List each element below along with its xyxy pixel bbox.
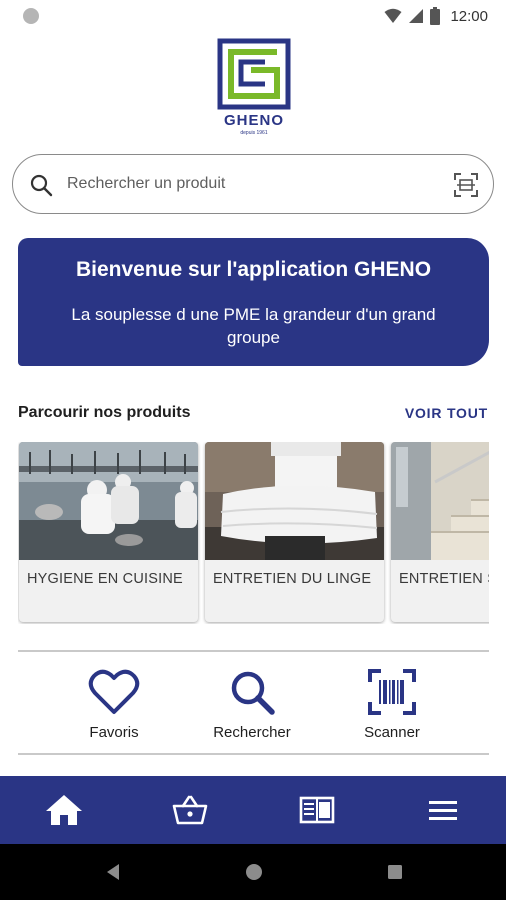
search-action-label: Rechercher xyxy=(213,724,291,741)
signal-icon xyxy=(409,9,424,23)
search-action-button[interactable]: Rechercher xyxy=(192,668,312,748)
recents-icon[interactable] xyxy=(385,862,405,882)
battery-icon xyxy=(430,7,441,25)
category-label: ENTRETIEN DU LINGE xyxy=(213,571,372,587)
scanner-button[interactable]: Scanner xyxy=(332,668,452,748)
basket-icon xyxy=(172,795,208,825)
category-card-floor-care[interactable]: ENTRETIEN SOLS xyxy=(391,442,489,622)
app-screen: 12:00 GHENO depuis 1961 Bienvenue sur l'… xyxy=(0,0,506,900)
back-icon[interactable] xyxy=(103,862,123,882)
heart-icon xyxy=(88,669,140,714)
catalog-icon xyxy=(299,796,335,824)
gheno-logo: GHENO depuis 1961 xyxy=(217,38,291,142)
category-label: ENTRETIEN SOLS xyxy=(399,571,489,587)
status-icons: 12:00 xyxy=(384,6,488,26)
products-section-title: Parcourir nos produits xyxy=(18,404,191,421)
favorites-label: Favoris xyxy=(89,724,139,741)
section-divider xyxy=(18,650,489,652)
wifi-icon xyxy=(384,8,402,23)
status-time: 12:00 xyxy=(450,7,488,25)
category-card-laundry[interactable]: ENTRETIEN DU LINGE xyxy=(205,442,384,622)
search-icon xyxy=(231,671,275,715)
nav-basket[interactable] xyxy=(166,788,214,832)
welcome-banner: Bienvenue sur l'application GHENO La sou… xyxy=(18,238,489,366)
barcode-scan-icon[interactable] xyxy=(453,172,479,198)
nav-catalog[interactable] xyxy=(293,788,341,832)
home-icon xyxy=(46,795,82,825)
category-label: HYGIENE EN CUISINE xyxy=(27,571,183,587)
logo-wordmark: GHENO xyxy=(223,112,284,129)
barcode-scanner-icon xyxy=(368,669,416,715)
category-carousel[interactable]: HYGIENE EN CUISINE ENTRETIEN DU LINGE EN… xyxy=(18,442,489,624)
nav-home[interactable] xyxy=(40,788,88,832)
search-icon xyxy=(30,174,53,197)
search-bar[interactable] xyxy=(12,154,494,214)
category-card-kitchen-hygiene[interactable]: HYGIENE EN CUISINE xyxy=(19,442,198,622)
home-circle-icon[interactable] xyxy=(244,862,264,882)
system-navigation-bar xyxy=(0,844,506,900)
section-divider xyxy=(18,753,489,755)
banner-title: Bienvenue sur l'application GHENO xyxy=(75,258,432,281)
marble-stairs-image xyxy=(391,442,489,560)
bottom-navigation xyxy=(0,776,506,844)
nav-menu[interactable] xyxy=(419,788,467,832)
see-all-link[interactable]: VOIR TOUT xyxy=(405,405,488,421)
folded-linen-image xyxy=(205,442,384,560)
banner-text: La souplesse d une PME la grandeur d'un … xyxy=(71,305,436,347)
kitchen-chefs-image xyxy=(19,442,198,560)
notification-dot-icon xyxy=(23,8,39,24)
scanner-label: Scanner xyxy=(364,724,420,741)
menu-icon xyxy=(429,801,457,820)
search-input[interactable] xyxy=(67,169,437,199)
favorites-button[interactable]: Favoris xyxy=(54,668,174,748)
status-bar: 12:00 xyxy=(0,0,506,32)
logo-tagline: depuis 1961 xyxy=(240,130,268,136)
